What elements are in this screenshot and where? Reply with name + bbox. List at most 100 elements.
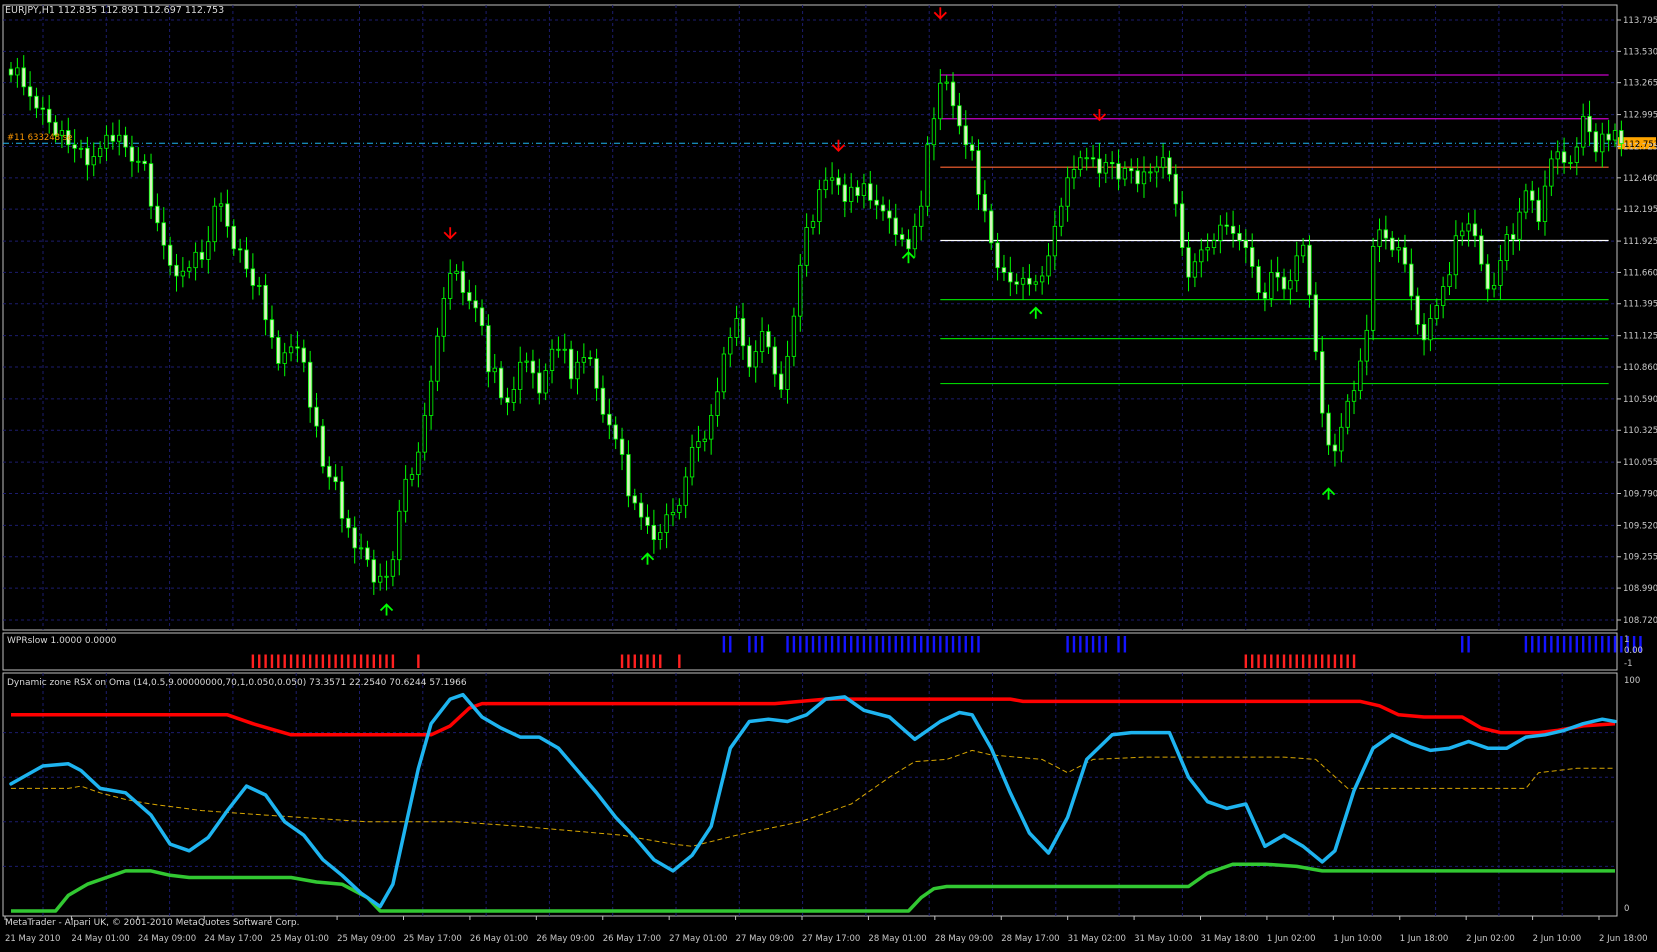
candle[interactable]: [721, 346, 727, 399]
wpr-up-bar: [748, 636, 751, 653]
candle-body: [664, 514, 669, 533]
candle-body: [358, 547, 364, 550]
candle-body: [479, 307, 485, 327]
candle-body: [1383, 229, 1389, 239]
candle-body: [1090, 157, 1096, 160]
price-axis-label: 113.530: [1623, 47, 1657, 57]
metatrader-chart-window[interactable]: 113.795 113.530 113.265 112.995 112.725 112.4…: [0, 0, 1657, 948]
wpr-up-bar: [970, 636, 974, 653]
wpr-up-bar: [722, 636, 726, 653]
candle-body: [250, 268, 256, 286]
candle-body: [849, 186, 854, 202]
candle-body: [1097, 158, 1102, 174]
candle[interactable]: [989, 203, 994, 250]
candle[interactable]: [1370, 237, 1376, 341]
wpr-up-bar: [1543, 636, 1547, 653]
candle-body: [199, 251, 205, 260]
candle-body: [1129, 167, 1134, 172]
candle[interactable]: [925, 136, 930, 217]
candle-body: [1211, 240, 1217, 248]
candle-body: [817, 189, 822, 222]
wpr-up-bar: [862, 636, 866, 653]
wpr-up-bar: [913, 636, 917, 653]
candle-body: [1135, 170, 1140, 185]
candle-body: [454, 270, 459, 274]
candle-body: [938, 82, 943, 120]
wpr-down-bar: [385, 654, 388, 668]
time-axis-label: 28 May 17:00: [1001, 934, 1059, 944]
wpr-up-bar: [932, 636, 936, 653]
time-axis-label: 24 May 09:00: [138, 934, 196, 944]
candle-body: [257, 285, 262, 287]
time-axis-label: 28 May 09:00: [935, 934, 993, 944]
wpr-down-bar: [340, 654, 344, 668]
candle-body: [212, 205, 217, 243]
candle-body: [237, 248, 243, 251]
time-axis-label: 27 May 09:00: [736, 934, 794, 944]
candle-body: [1173, 173, 1178, 205]
time-axis-label: 1 Jun 18:00: [1400, 934, 1449, 944]
candle-body: [893, 217, 898, 235]
wpr-up-bar: [1588, 636, 1591, 653]
candle-body: [950, 81, 956, 107]
time-axis-label: 24 May 17:00: [204, 934, 262, 944]
candle-body: [1160, 157, 1166, 168]
candle[interactable]: [320, 419, 326, 474]
candle-body: [734, 318, 739, 338]
wpr-up-bar: [1117, 636, 1120, 653]
wpr-down-bar: [1352, 654, 1356, 668]
wpr-up-bar: [945, 636, 948, 653]
time-axis-label: 27 May 01:00: [669, 934, 727, 944]
rsx-axis-label: 100: [1624, 676, 1640, 686]
wpr-down-bar: [353, 654, 356, 668]
candle-body: [110, 134, 115, 142]
candle-body: [416, 451, 421, 475]
candle-body: [683, 476, 688, 506]
rsx-axis-label: 0: [1624, 904, 1629, 914]
candle-body: [982, 193, 988, 212]
candle-body: [912, 225, 917, 250]
candle-body: [1154, 166, 1159, 173]
time-axis-label: 25 May 09:00: [337, 934, 395, 944]
candle-body: [460, 270, 466, 293]
wpr-up-bar: [811, 636, 815, 653]
wpr-down-bar: [639, 654, 643, 668]
price-axis-label: 109.790: [1623, 489, 1657, 499]
wpr-up-bar: [786, 636, 789, 653]
wpr-up-bar: [869, 636, 872, 653]
candle-body: [1421, 324, 1427, 341]
wpr-title: WPRslow 1.0000 0.0000: [7, 636, 117, 646]
candle-body: [498, 367, 504, 399]
candle-body: [1033, 281, 1038, 285]
trading-chart-canvas[interactable]: 113.795113.530113.265112.995112.725112.4…: [0, 0, 1657, 948]
price-axis-label: 110.860: [1623, 363, 1657, 373]
candle-body: [1332, 444, 1338, 452]
candle-body: [880, 204, 886, 212]
candle-body: [1402, 247, 1408, 265]
candle-body: [1434, 305, 1439, 319]
wpr-down-bar: [321, 654, 325, 668]
candle-body: [180, 270, 186, 277]
candle-body: [244, 249, 249, 270]
candle-body: [1390, 237, 1395, 251]
candle-body: [1307, 244, 1312, 296]
candle-body: [104, 134, 109, 149]
candle-body: [1472, 223, 1478, 237]
candle-body: [638, 502, 644, 518]
wpr-down-bar: [378, 654, 382, 668]
candle-body: [899, 234, 905, 240]
wpr-up-bar: [1104, 636, 1107, 653]
candle-body: [473, 300, 478, 309]
wpr-up-bar: [830, 636, 834, 653]
wpr-down-bar: [1276, 654, 1279, 668]
candle-body: [855, 186, 860, 196]
wpr-up-bar: [1085, 636, 1088, 653]
wpr-up-bar: [1556, 636, 1559, 653]
candle-body: [1479, 235, 1484, 265]
candle-body: [346, 517, 351, 529]
candle-body: [390, 559, 396, 577]
candle-body: [435, 335, 440, 382]
candle-body: [619, 438, 625, 455]
candle-body: [989, 210, 994, 244]
wpr-down-bar: [1282, 654, 1286, 668]
